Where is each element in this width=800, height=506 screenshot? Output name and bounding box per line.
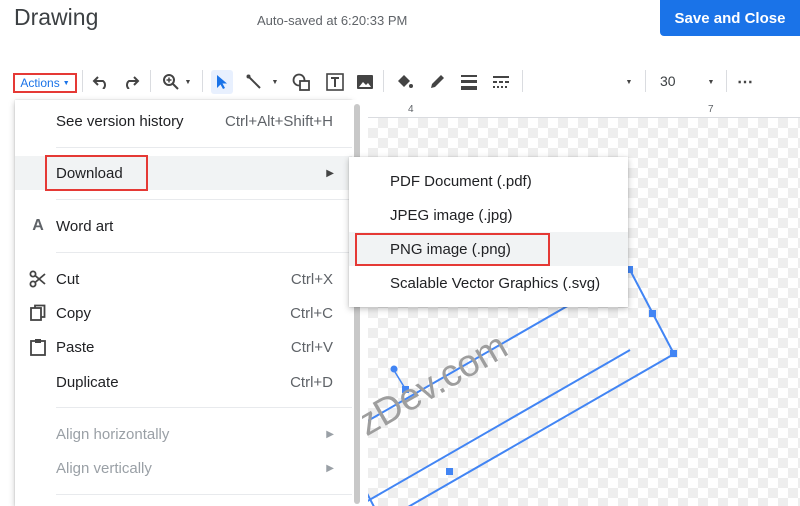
toolbar-divider — [82, 70, 83, 92]
autosave-status: Auto-saved at 6:20:33 PM — [257, 13, 408, 28]
line-tool-icon[interactable] — [244, 72, 264, 92]
chevron-down-icon[interactable]: ▼ — [624, 72, 634, 92]
menu-item-paste[interactable]: Paste Ctrl+V — [15, 330, 352, 364]
submenu-item-pdf[interactable]: PDF Document (.pdf) — [349, 164, 628, 198]
zoom-icon[interactable] — [160, 72, 182, 92]
toolbar-divider — [645, 70, 646, 92]
menu-divider — [56, 407, 352, 408]
menu-item-align-vertically[interactable]: Align vertically ▶ — [15, 451, 352, 485]
more-options-icon[interactable]: ⋯ — [736, 72, 754, 92]
actions-menu-button[interactable]: Actions ▼ — [13, 73, 77, 93]
border-color-icon[interactable] — [426, 72, 448, 92]
submenu-arrow-icon: ▶ — [326, 167, 334, 179]
redo-icon[interactable] — [121, 72, 141, 92]
png-highlight-box — [355, 233, 550, 266]
copy-icon — [29, 304, 47, 322]
submenu-arrow-icon: ▶ — [326, 428, 334, 440]
chevron-down-icon[interactable]: ▼ — [270, 72, 280, 92]
font-size-value[interactable]: 30 — [660, 73, 676, 89]
menu-item-word-art[interactable]: A Word art — [15, 209, 352, 243]
submenu-arrow-icon: ▶ — [326, 462, 334, 474]
menu-item-duplicate[interactable]: Duplicate Ctrl+D — [15, 365, 352, 399]
menu-divider — [56, 199, 352, 200]
submenu-item-jpeg[interactable]: JPEG image (.jpg) — [349, 198, 628, 232]
toolbar-divider — [150, 70, 151, 92]
toolbar-divider — [726, 70, 727, 92]
menu-divider — [56, 494, 352, 495]
resize-handle — [670, 350, 677, 357]
chevron-down-icon[interactable]: ▼ — [183, 72, 193, 92]
chevron-down-icon: ▼ — [62, 79, 70, 87]
rotation-handle — [390, 365, 398, 373]
toolbar-divider — [383, 70, 384, 92]
resize-handle — [649, 310, 656, 317]
download-submenu: PDF Document (.pdf) JPEG image (.jpg) PN… — [349, 157, 628, 307]
toolbar-divider — [522, 70, 523, 92]
actions-label: Actions — [20, 76, 60, 90]
menu-item-version-history[interactable]: See version history Ctrl+Alt+Shift+H — [15, 104, 352, 138]
border-weight-icon[interactable] — [458, 72, 480, 92]
toolbar-divider — [202, 70, 203, 92]
shape-tool-icon[interactable] — [290, 72, 312, 92]
menu-item-align-horizontally[interactable]: Align horizontally ▶ — [15, 417, 352, 451]
fill-color-icon[interactable] — [393, 72, 415, 92]
download-highlight-box — [45, 155, 148, 191]
image-icon[interactable] — [354, 72, 376, 92]
horizontal-ruler — [368, 104, 800, 118]
menu-item-copy[interactable]: Copy Ctrl+C — [15, 296, 352, 330]
menu-item-cut[interactable]: Cut Ctrl+X — [15, 262, 352, 296]
save-and-close-button[interactable]: Save and Close — [660, 0, 800, 36]
ruler-mark: 7 — [708, 104, 714, 115]
text-box-icon[interactable] — [324, 72, 346, 92]
select-cursor-icon[interactable] — [211, 70, 233, 94]
ruler-mark: 4 — [408, 104, 414, 115]
undo-icon[interactable] — [91, 72, 111, 92]
chevron-down-icon[interactable]: ▼ — [706, 72, 716, 92]
menu-divider — [56, 147, 352, 148]
scissors-icon — [29, 270, 47, 288]
word-art-icon: A — [32, 217, 44, 234]
resize-handle — [446, 468, 453, 475]
clipboard-icon — [29, 338, 47, 356]
border-dash-icon[interactable] — [490, 72, 512, 92]
document-title[interactable]: Drawing — [14, 4, 98, 31]
menu-divider — [56, 252, 352, 253]
submenu-item-svg[interactable]: Scalable Vector Graphics (.svg) — [349, 266, 628, 300]
